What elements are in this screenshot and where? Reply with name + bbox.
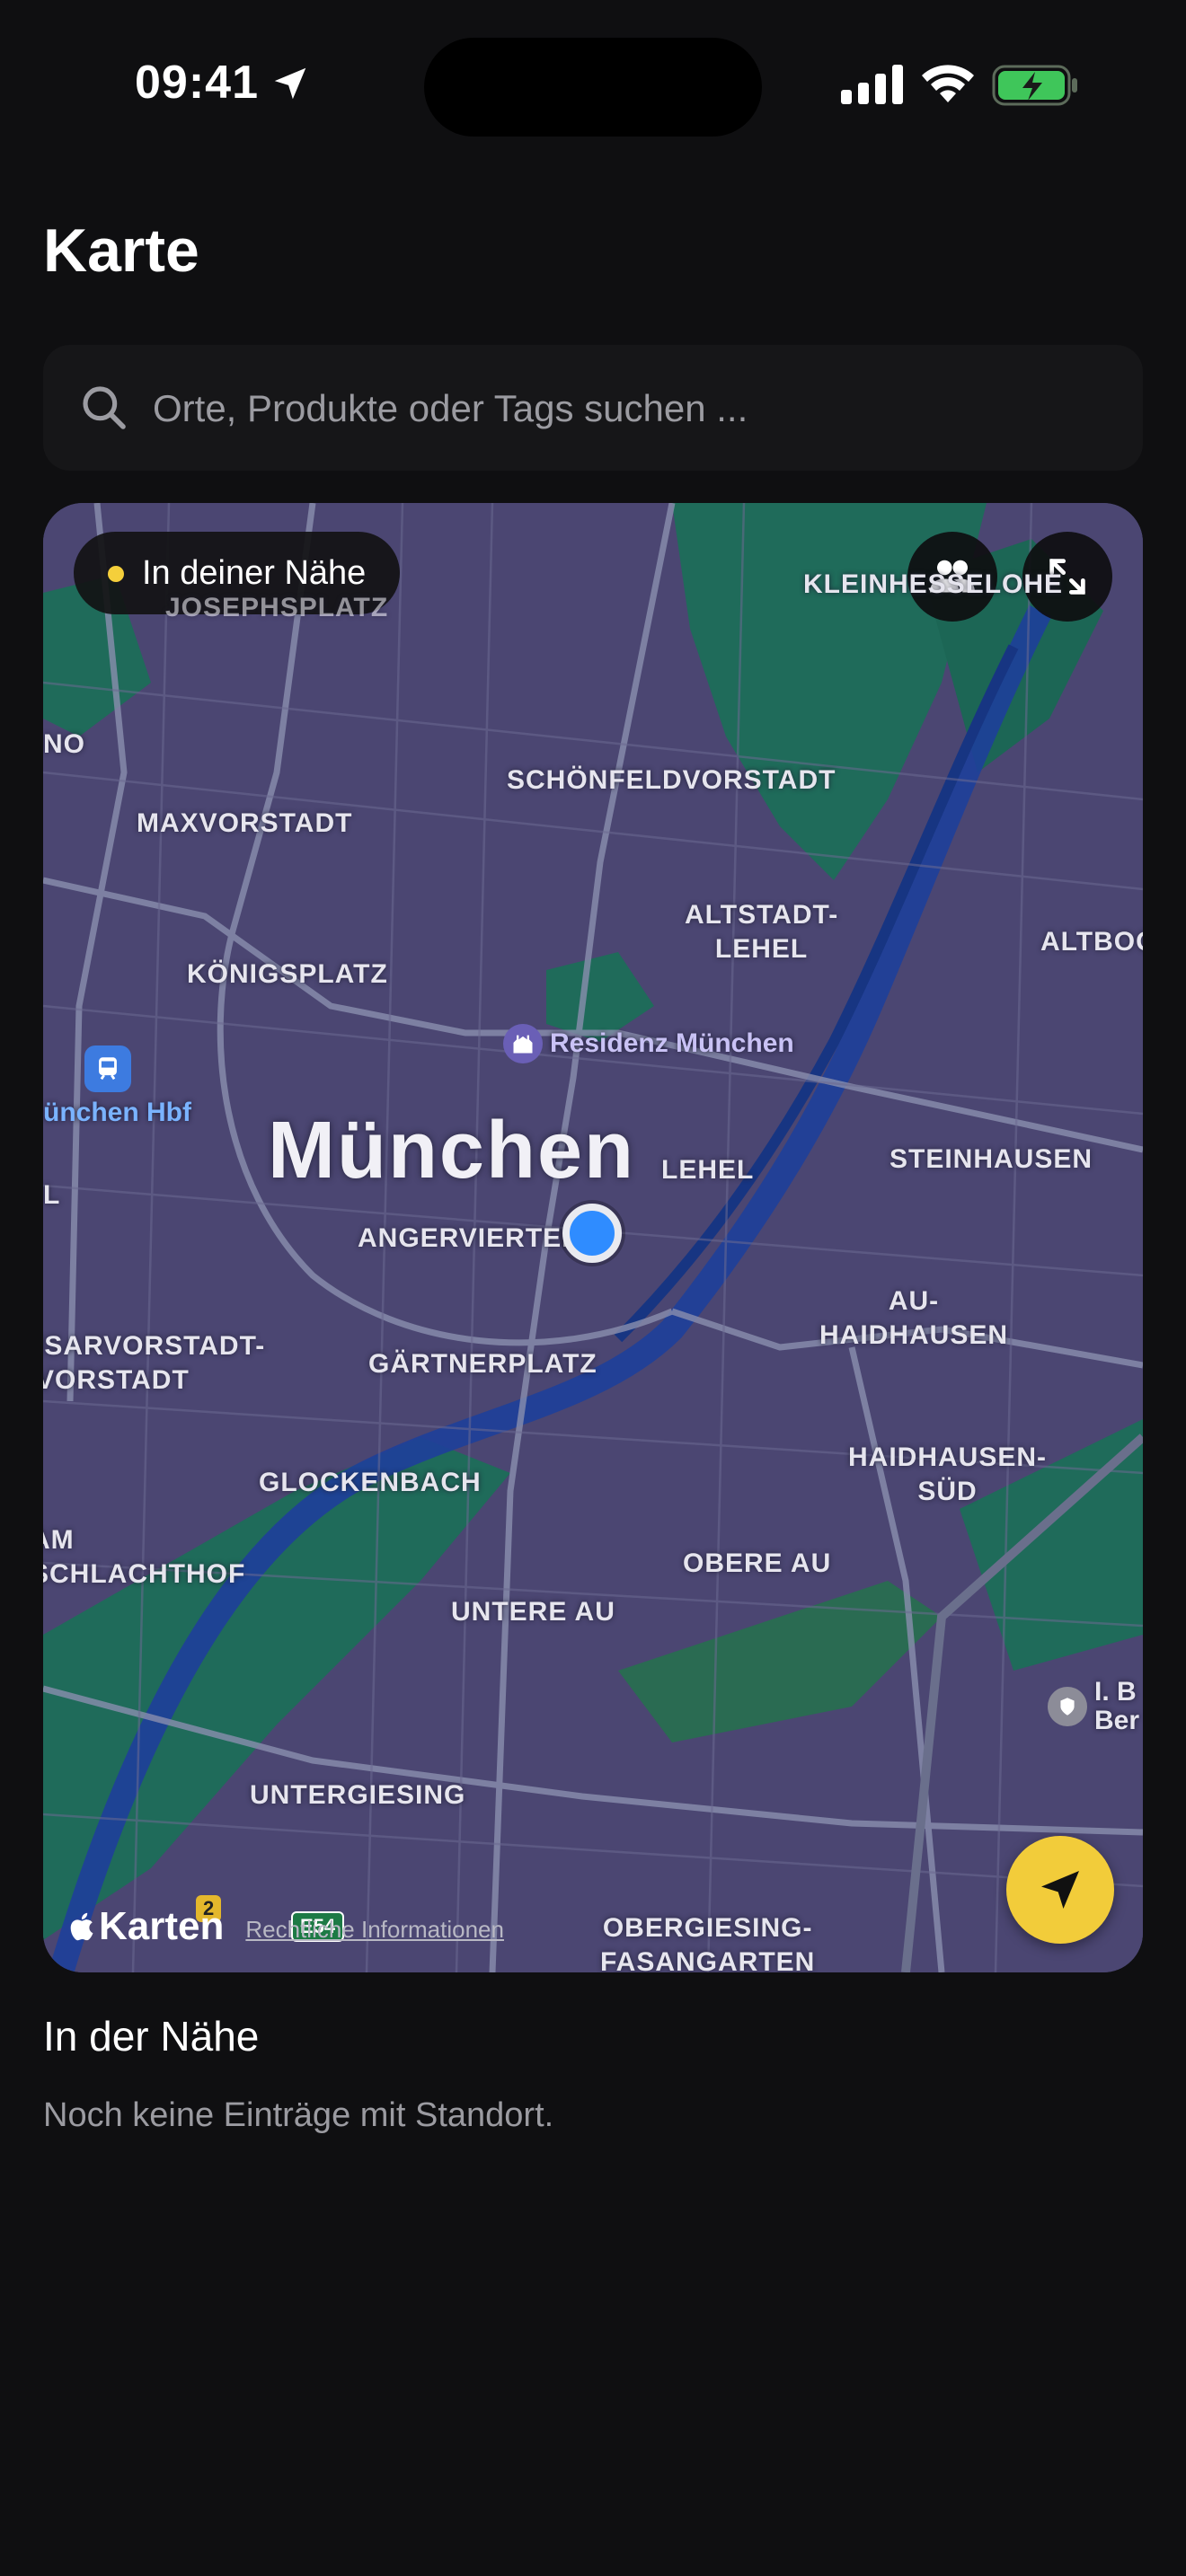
train-icon bbox=[84, 1045, 131, 1092]
poi-partial[interactable]: I. B Ber bbox=[1048, 1678, 1139, 1735]
palace-icon bbox=[503, 1024, 543, 1063]
search-input[interactable] bbox=[151, 372, 1107, 446]
poi-residenz[interactable]: Residenz München bbox=[503, 1024, 794, 1063]
map-screen: 09:41 Karte Orte, Produkte oder Tags suc… bbox=[0, 0, 1186, 2576]
locate-me-button[interactable] bbox=[1006, 1836, 1114, 1944]
cellular-signal-icon bbox=[841, 65, 903, 104]
legal-link[interactable]: Rechtliche Informationen bbox=[245, 1916, 504, 1944]
location-arrow-icon bbox=[274, 67, 306, 100]
district-label: UNTERE AU bbox=[451, 1597, 615, 1627]
district-label: MAXVORSTADT bbox=[137, 808, 353, 838]
district-label: JOSEPHSPLATZ bbox=[165, 593, 389, 622]
district-label: LEHEL bbox=[661, 1155, 755, 1185]
district-label: STEINHAUSEN bbox=[890, 1144, 1093, 1174]
user-location-marker bbox=[562, 1204, 622, 1263]
district-label: AM SCHLACHTHOF bbox=[43, 1525, 246, 1589]
district-label: UNTERGIESING bbox=[250, 1780, 466, 1810]
map-attribution: Karten Rechtliche Informationen bbox=[68, 1904, 504, 1949]
nearby-section-title: In der Nähe bbox=[43, 2013, 260, 2060]
district-label: KÖNIGSPLATZ bbox=[187, 959, 388, 989]
poi-label: ünchen Hbf bbox=[43, 1098, 191, 1127]
search-icon bbox=[83, 386, 126, 429]
district-label: NO bbox=[43, 729, 85, 759]
location-arrow-icon bbox=[1041, 1871, 1079, 1909]
district-label: OBERE AU bbox=[683, 1548, 832, 1578]
page-title: Karte bbox=[43, 216, 199, 285]
district-label: GLOCKENBACH bbox=[259, 1468, 482, 1497]
apple-logo-icon bbox=[70, 1912, 93, 1941]
district-label: SCHÖNFELDVORSTADT bbox=[507, 765, 836, 795]
map-view[interactable]: In deiner Nähe KLEINHESSELOHE NO SCHÖNFE… bbox=[43, 503, 1143, 1972]
battery-charging-icon bbox=[992, 65, 1077, 106]
district-label: L bbox=[43, 1180, 61, 1210]
district-label: KLEINHESSELOHE bbox=[803, 569, 1064, 599]
district-label: GÄRTNERPLATZ bbox=[368, 1349, 597, 1379]
status-time: 09:41 bbox=[135, 57, 259, 109]
district-label: AU- HAIDHAUSEN bbox=[819, 1286, 1009, 1350]
wifi-icon bbox=[922, 65, 974, 102]
search-bar[interactable] bbox=[43, 345, 1143, 471]
poi-label: I. B Ber bbox=[1094, 1677, 1140, 1735]
police-icon bbox=[1048, 1687, 1087, 1726]
poi-hbf[interactable]: ünchen Hbf bbox=[43, 1045, 191, 1128]
district-label: ANGERVIERTEL bbox=[358, 1223, 580, 1253]
district-label: ALTBOGENHAUSEN bbox=[1040, 927, 1143, 957]
nearby-empty-state: Noch keine Einträge mit Standort. bbox=[43, 2096, 554, 2134]
district-label: ALTSTADT- LEHEL bbox=[685, 900, 839, 964]
city-label: München bbox=[268, 1106, 635, 1195]
maps-brand-label: Karten bbox=[99, 1904, 225, 1948]
district-label: HAIDHAUSEN- SÜD bbox=[848, 1442, 1047, 1506]
status-dot bbox=[108, 566, 124, 582]
district-label: ISARVORSTADT- VORSTADT bbox=[43, 1331, 266, 1395]
maps-brand: Karten bbox=[68, 1904, 224, 1949]
filter-chip-label: In deiner Nähe bbox=[142, 553, 367, 592]
status-bar: 09:41 bbox=[0, 0, 1186, 171]
poi-label: Residenz München bbox=[550, 1028, 794, 1058]
district-label: OBERGIESING- FASANGARTEN bbox=[600, 1913, 816, 1972]
dynamic-island bbox=[424, 38, 762, 137]
